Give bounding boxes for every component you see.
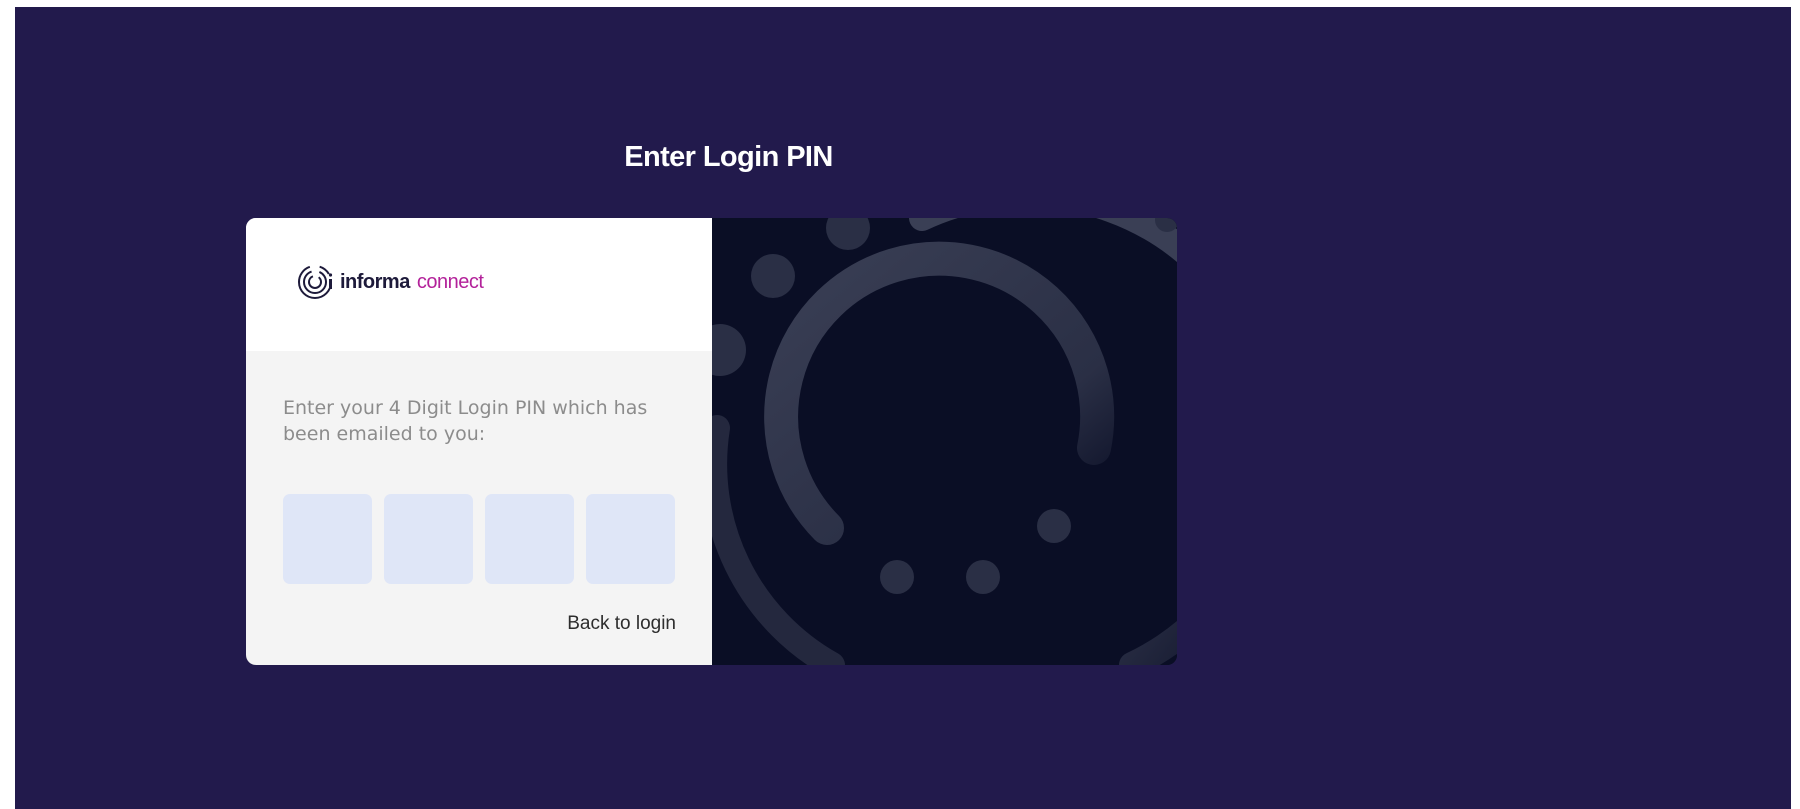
pin-input-group xyxy=(283,494,675,584)
pin-digit-3[interactable] xyxy=(485,494,574,584)
login-pin-card: informa connect Enter your 4 Digit Login … xyxy=(246,218,1177,665)
pin-digit-4[interactable] xyxy=(586,494,675,584)
page-background: Enter Login PIN informa connect Enter yo… xyxy=(15,7,1791,809)
informa-circles-icon xyxy=(296,263,334,301)
back-to-login-link[interactable]: Back to login xyxy=(567,613,676,635)
logo-area: informa connect xyxy=(246,218,712,351)
informa-connect-logo: informa connect xyxy=(296,263,484,301)
pin-digit-2[interactable] xyxy=(384,494,473,584)
circular-arc-graphic xyxy=(712,218,1177,665)
pin-digit-1[interactable] xyxy=(283,494,372,584)
pin-instruction: Enter your 4 Digit Login PIN which has b… xyxy=(283,397,648,445)
logo-word-connect: connect xyxy=(416,270,484,293)
logo-word-informa: informa xyxy=(340,270,410,293)
page-title: Enter Login PIN xyxy=(624,141,833,173)
form-panel: informa connect Enter your 4 Digit Login … xyxy=(246,218,712,665)
decorative-art-panel xyxy=(712,218,1177,665)
